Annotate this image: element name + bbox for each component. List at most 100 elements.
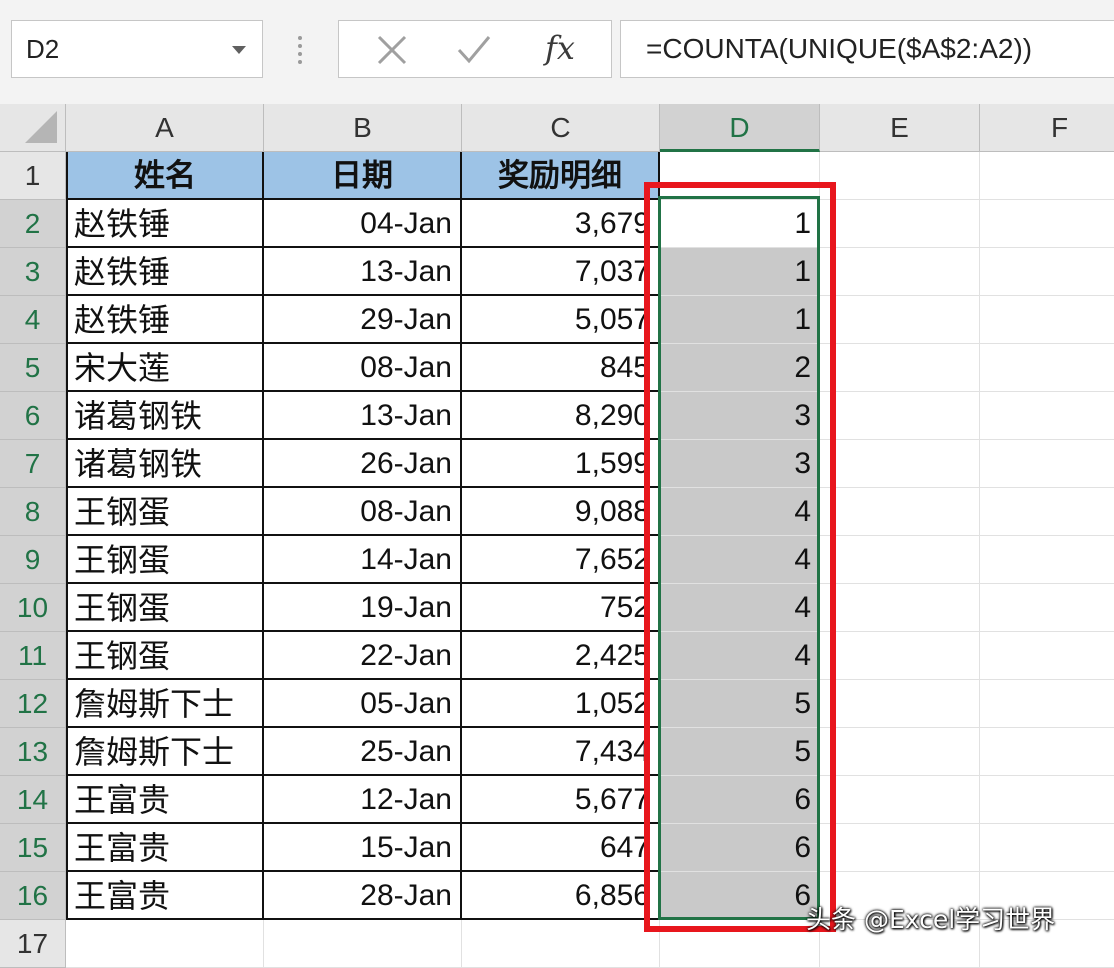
table-cell-date[interactable]: 26-Jan bbox=[264, 440, 462, 488]
row-header-16[interactable]: 16 bbox=[0, 872, 66, 920]
empty-cell[interactable] bbox=[820, 776, 980, 824]
table-cell-name[interactable]: 王富贵 bbox=[66, 872, 264, 920]
empty-cell[interactable] bbox=[980, 728, 1114, 776]
empty-cell[interactable] bbox=[820, 440, 980, 488]
row-header-9[interactable]: 9 bbox=[0, 536, 66, 584]
empty-cell[interactable] bbox=[820, 680, 980, 728]
empty-cell[interactable] bbox=[980, 200, 1114, 248]
empty-cell[interactable] bbox=[980, 824, 1114, 872]
table-cell-name[interactable]: 诸葛钢铁 bbox=[66, 392, 264, 440]
table-cell-amount[interactable]: 5,057 bbox=[462, 296, 660, 344]
formula-result-cell[interactable]: 6 bbox=[660, 872, 820, 920]
row-header-4[interactable]: 4 bbox=[0, 296, 66, 344]
empty-cell[interactable] bbox=[980, 344, 1114, 392]
empty-cell[interactable] bbox=[820, 248, 980, 296]
table-cell-amount[interactable]: 7,652 bbox=[462, 536, 660, 584]
empty-cell[interactable] bbox=[820, 488, 980, 536]
formula-result-cell[interactable]: 6 bbox=[660, 776, 820, 824]
column-header-b[interactable]: B bbox=[264, 104, 462, 152]
table-cell-date[interactable]: 25-Jan bbox=[264, 728, 462, 776]
table-cell-amount[interactable]: 7,434 bbox=[462, 728, 660, 776]
empty-cell[interactable] bbox=[820, 728, 980, 776]
table-cell-date[interactable]: 22-Jan bbox=[264, 632, 462, 680]
table-cell-name[interactable]: 赵铁锤 bbox=[66, 248, 264, 296]
row-header-3[interactable]: 3 bbox=[0, 248, 66, 296]
table-cell-amount[interactable]: 8,290 bbox=[462, 392, 660, 440]
formula-result-cell[interactable]: 1 bbox=[660, 248, 820, 296]
table-cell-date[interactable]: 08-Jan bbox=[264, 488, 462, 536]
table-cell-name[interactable]: 詹姆斯下士 bbox=[66, 680, 264, 728]
select-all-button[interactable] bbox=[0, 104, 66, 152]
table-header-date[interactable]: 日期 bbox=[264, 152, 462, 200]
formula-result-cell[interactable]: 5 bbox=[660, 728, 820, 776]
table-cell-date[interactable]: 05-Jan bbox=[264, 680, 462, 728]
table-cell-name[interactable]: 詹姆斯下士 bbox=[66, 728, 264, 776]
name-box[interactable]: D2 bbox=[11, 20, 263, 78]
table-cell-amount[interactable]: 2,425 bbox=[462, 632, 660, 680]
empty-cell[interactable] bbox=[980, 680, 1114, 728]
table-cell-date[interactable]: 08-Jan bbox=[264, 344, 462, 392]
empty-cell[interactable] bbox=[264, 920, 462, 968]
row-header-7[interactable]: 7 bbox=[0, 440, 66, 488]
empty-cell[interactable] bbox=[66, 920, 264, 968]
table-cell-amount[interactable]: 1,052 bbox=[462, 680, 660, 728]
empty-cell[interactable] bbox=[820, 200, 980, 248]
table-cell-name[interactable]: 王钢蛋 bbox=[66, 632, 264, 680]
empty-cell[interactable] bbox=[820, 152, 980, 200]
row-header-6[interactable]: 6 bbox=[0, 392, 66, 440]
table-cell-name[interactable]: 赵铁锤 bbox=[66, 200, 264, 248]
empty-cell[interactable] bbox=[980, 248, 1114, 296]
table-cell-amount[interactable]: 6,856 bbox=[462, 872, 660, 920]
empty-cell[interactable] bbox=[820, 824, 980, 872]
empty-cell[interactable] bbox=[820, 392, 980, 440]
row-header-15[interactable]: 15 bbox=[0, 824, 66, 872]
empty-cell[interactable] bbox=[980, 632, 1114, 680]
row-header-2[interactable]: 2 bbox=[0, 200, 66, 248]
formula-result-cell[interactable]: 1 bbox=[660, 200, 820, 248]
empty-cell[interactable] bbox=[820, 584, 980, 632]
table-cell-name[interactable]: 王钢蛋 bbox=[66, 536, 264, 584]
formula-result-cell[interactable]: 4 bbox=[660, 536, 820, 584]
empty-cell[interactable] bbox=[462, 920, 660, 968]
table-cell-amount[interactable]: 845 bbox=[462, 344, 660, 392]
table-cell-date[interactable]: 13-Jan bbox=[264, 392, 462, 440]
table-cell-name[interactable]: 王富贵 bbox=[66, 776, 264, 824]
table-cell-date[interactable]: 14-Jan bbox=[264, 536, 462, 584]
table-header-name[interactable]: 姓名 bbox=[66, 152, 264, 200]
row-header-5[interactable]: 5 bbox=[0, 344, 66, 392]
row-header-13[interactable]: 13 bbox=[0, 728, 66, 776]
empty-cell[interactable] bbox=[980, 584, 1114, 632]
formula-result-cell[interactable]: 3 bbox=[660, 440, 820, 488]
table-cell-amount[interactable]: 7,037 bbox=[462, 248, 660, 296]
formula-result-cell[interactable]: 5 bbox=[660, 680, 820, 728]
table-cell-amount[interactable]: 9,088 bbox=[462, 488, 660, 536]
table-cell-amount[interactable]: 752 bbox=[462, 584, 660, 632]
column-header-e[interactable]: E bbox=[820, 104, 980, 152]
table-cell-amount[interactable]: 1,599 bbox=[462, 440, 660, 488]
empty-cell[interactable] bbox=[980, 536, 1114, 584]
column-header-a[interactable]: A bbox=[66, 104, 264, 152]
table-cell-date[interactable]: 12-Jan bbox=[264, 776, 462, 824]
empty-cell[interactable] bbox=[820, 536, 980, 584]
table-cell-date[interactable]: 29-Jan bbox=[264, 296, 462, 344]
column-header-f[interactable]: F bbox=[980, 104, 1114, 152]
row-header-12[interactable]: 12 bbox=[0, 680, 66, 728]
table-cell-date[interactable]: 13-Jan bbox=[264, 248, 462, 296]
table-cell-date[interactable]: 15-Jan bbox=[264, 824, 462, 872]
empty-cell[interactable] bbox=[980, 488, 1114, 536]
column-header-d[interactable]: D bbox=[660, 104, 820, 152]
row-header-14[interactable]: 14 bbox=[0, 776, 66, 824]
formula-result-cell[interactable]: 1 bbox=[660, 296, 820, 344]
row-header-17[interactable]: 17 bbox=[0, 920, 66, 968]
empty-cell[interactable] bbox=[980, 440, 1114, 488]
table-cell-amount[interactable]: 5,677 bbox=[462, 776, 660, 824]
formula-result-cell[interactable]: 2 bbox=[660, 344, 820, 392]
empty-cell[interactable] bbox=[980, 296, 1114, 344]
table-cell-name[interactable]: 王钢蛋 bbox=[66, 584, 264, 632]
cancel-button[interactable] bbox=[347, 21, 417, 79]
enter-button[interactable] bbox=[437, 21, 507, 79]
row-header-10[interactable]: 10 bbox=[0, 584, 66, 632]
empty-cell[interactable] bbox=[660, 152, 820, 200]
table-cell-name[interactable]: 宋大莲 bbox=[66, 344, 264, 392]
empty-cell[interactable] bbox=[820, 296, 980, 344]
